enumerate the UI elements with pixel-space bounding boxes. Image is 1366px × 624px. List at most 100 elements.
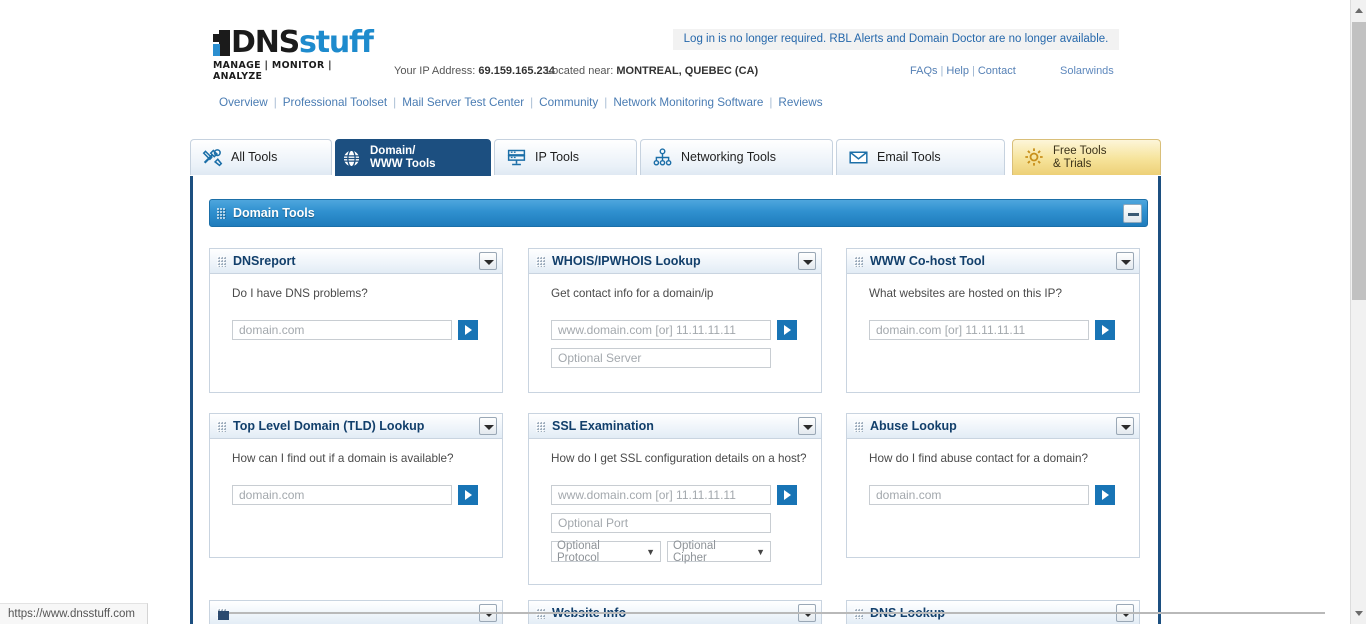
card-header[interactable]: WWW Co-host Tool <box>847 249 1139 274</box>
horizontal-scrollbar[interactable] <box>0 611 1350 624</box>
domain-or-ip-input[interactable] <box>869 320 1089 340</box>
status-bar-url: https://www.dnsstuff.com <box>0 603 148 624</box>
logo-text-dns: DNS <box>231 25 300 60</box>
card-header[interactable]: DNSreport <box>210 249 502 274</box>
card-header[interactable]: Abuse Lookup <box>847 414 1139 439</box>
tab-ip-tools[interactable]: IP Tools <box>494 139 637 175</box>
optional-server-input[interactable] <box>551 348 771 368</box>
card-title: Top Level Domain (TLD) Lookup <box>233 419 425 433</box>
site-notice-banner: Log in is no longer required. RBL Alerts… <box>673 29 1119 50</box>
drag-grip-icon[interactable] <box>217 255 226 267</box>
tab-email-tools[interactable]: Email Tools <box>836 139 1005 175</box>
submit-button[interactable] <box>1095 320 1115 340</box>
visitor-ip-value: 69.159.165.234 <box>478 65 555 77</box>
card-header[interactable]: Top Level Domain (TLD) Lookup <box>210 414 502 439</box>
tools-panel: Domain Tools DNSreport Do I have DNS pro… <box>190 176 1161 624</box>
drag-grip-icon[interactable] <box>536 255 545 267</box>
host-input[interactable] <box>551 485 771 505</box>
card-input-row <box>869 320 1139 340</box>
nav-separator: | <box>769 96 773 109</box>
chevron-down-icon[interactable] <box>479 417 497 435</box>
globe-icon <box>341 148 362 169</box>
tab-networking-tools[interactable]: Networking Tools <box>640 139 833 175</box>
card-body: How do I get SSL configuration details o… <box>529 439 821 564</box>
vertical-scroll-thumb[interactable] <box>1352 22 1366 300</box>
visitor-ip: Your IP Address: 69.159.165.234 <box>394 65 555 77</box>
logo-mark-icon <box>213 30 230 56</box>
nav-separator: | <box>273 96 277 109</box>
horizontal-scroll-track <box>220 612 1325 614</box>
domain-input[interactable] <box>232 320 452 340</box>
submit-button[interactable] <box>777 485 797 505</box>
tool-category-tabs: All Tools Domain/WWW Tools IP Tools Netw… <box>190 139 1161 177</box>
network-icon <box>652 147 673 168</box>
optional-protocol-select[interactable]: Optional Protocol ▼ <box>551 540 661 564</box>
nav-item-overview[interactable]: Overview <box>219 96 268 109</box>
faqs-link[interactable]: FAQs <box>910 65 938 77</box>
card-body: How do I find abuse contact for a domain… <box>847 439 1139 505</box>
card-question: Get contact info for a domain/ip <box>551 287 714 300</box>
server-icon <box>506 147 527 168</box>
card-title: Abuse Lookup <box>870 419 957 433</box>
submit-button[interactable] <box>1095 485 1115 505</box>
optional-cipher-select[interactable]: Optional Cipher ▼ <box>667 540 771 564</box>
card-header[interactable]: SSL Examination <box>529 414 821 439</box>
card-ssl-examination: SSL Examination How do I get SSL configu… <box>528 413 822 585</box>
nav-item-network-monitoring-software[interactable]: Network Monitoring Software <box>613 96 763 109</box>
card-body: How can I find out if a domain is availa… <box>210 439 502 505</box>
solarwinds-link[interactable]: Solarwinds <box>1060 65 1114 77</box>
nav-separator: | <box>393 96 397 109</box>
drag-grip-icon[interactable] <box>854 255 863 267</box>
contact-link[interactable]: Contact <box>978 65 1016 77</box>
nav-item-reviews[interactable]: Reviews <box>778 96 822 109</box>
card-question: What websites are hosted on this IP? <box>869 287 1062 300</box>
submit-button[interactable] <box>458 485 478 505</box>
chevron-down-icon[interactable] <box>1116 252 1134 270</box>
secondary-navigation: Overview | Professional Toolset | Mail Serve… <box>219 96 823 109</box>
section-title: Domain Tools <box>233 206 315 220</box>
chevron-down-icon[interactable] <box>798 252 816 270</box>
submit-button[interactable] <box>458 320 478 340</box>
nav-item-community[interactable]: Community <box>539 96 598 109</box>
card-body: Do I have DNS problems? <box>210 274 502 340</box>
drag-grip-icon[interactable] <box>217 207 226 219</box>
drag-grip-icon[interactable] <box>854 420 863 432</box>
scroll-down-arrow-icon[interactable] <box>1351 605 1366 622</box>
card-dnsreport: DNSreport Do I have DNS problems? <box>209 248 503 393</box>
card-body: What websites are hosted on this IP? <box>847 274 1139 340</box>
minimize-icon[interactable] <box>1123 204 1142 223</box>
card-title: DNSreport <box>233 254 296 268</box>
help-link[interactable]: Help <box>946 65 969 77</box>
card-input-row <box>551 320 821 368</box>
scroll-up-arrow-icon[interactable] <box>1351 2 1366 19</box>
drag-grip-icon[interactable] <box>217 420 226 432</box>
chevron-down-icon[interactable] <box>479 252 497 270</box>
card-header[interactable]: WHOIS/IPWHOIS Lookup <box>529 249 821 274</box>
domain-input[interactable] <box>232 485 452 505</box>
visitor-location-label: Located near: <box>546 65 614 77</box>
chevron-down-icon[interactable] <box>798 417 816 435</box>
card-whois-ipwhois-lookup: WHOIS/IPWHOIS Lookup Get contact info fo… <box>528 248 822 393</box>
horizontal-scroll-thumb[interactable] <box>218 611 229 620</box>
domain-tools-section-header[interactable]: Domain Tools <box>209 199 1148 227</box>
tab-label: IP Tools <box>535 150 580 164</box>
nav-item-mail-server-test-center[interactable]: Mail Server Test Center <box>402 96 524 109</box>
chevron-down-icon[interactable] <box>1116 417 1134 435</box>
tab-all-tools[interactable]: All Tools <box>190 139 332 175</box>
tab-free-tools-and-trials[interactable]: Free Tools & Trials <box>1012 139 1161 175</box>
page-viewport: DNSstuff MANAGE | MONITOR | ANALYZE Your… <box>0 0 1350 624</box>
nav-item-professional-toolset[interactable]: Professional Toolset <box>283 96 387 109</box>
card-select-row: Optional Protocol ▼ Optional Cipher ▼ <box>551 540 771 564</box>
card-top-level-domain-lookup: Top Level Domain (TLD) Lookup How can I … <box>209 413 503 558</box>
optional-port-input[interactable] <box>551 513 771 533</box>
submit-button[interactable] <box>777 320 797 340</box>
domain-input[interactable] <box>869 485 1089 505</box>
tab-label: All Tools <box>231 150 278 164</box>
tab-domain-www-tools[interactable]: Domain/WWW Tools <box>335 139 491 177</box>
vertical-scrollbar[interactable] <box>1350 0 1366 624</box>
site-logo[interactable]: DNSstuff MANAGE | MONITOR | ANALYZE <box>213 25 374 82</box>
card-question: How do I find abuse contact for a domain… <box>869 452 1088 465</box>
drag-grip-icon[interactable] <box>536 420 545 432</box>
domain-or-ip-input[interactable] <box>551 320 771 340</box>
visitor-location-value: MONTREAL, QUEBEC (CA) <box>616 65 759 77</box>
